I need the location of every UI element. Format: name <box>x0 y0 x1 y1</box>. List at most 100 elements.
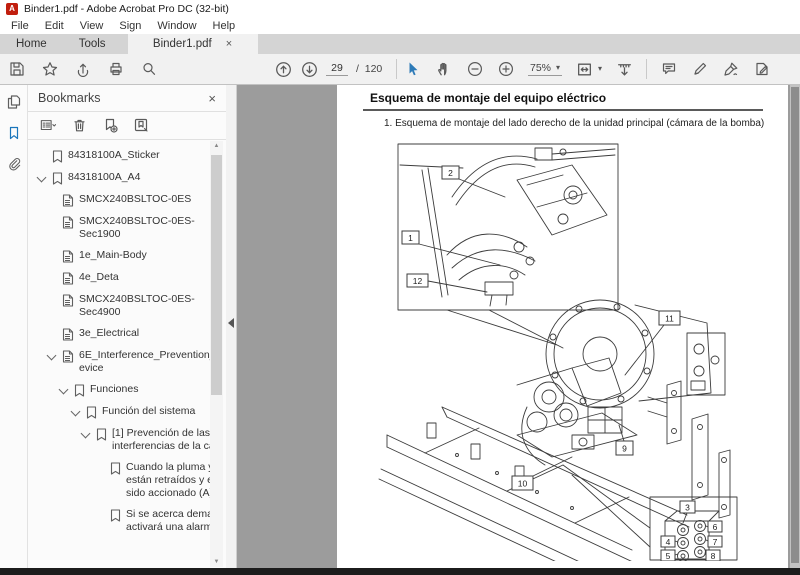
title-bar: A Binder1.pdf - Adobe Acrobat Pro DC (32… <box>0 0 800 18</box>
chevron-down-icon[interactable] <box>70 406 81 417</box>
scroll-up-icon[interactable]: ▲ <box>210 143 223 149</box>
star-favorites-icon[interactable] <box>41 60 59 78</box>
bookmark-label: SMCX240BSLTOC-0ES-Sec1900 <box>79 215 195 240</box>
bookmark-label: Si se acerca demasiado, se activará una … <box>126 508 210 533</box>
expand-current-bookmark-icon[interactable] <box>133 118 149 134</box>
bookmark-item[interactable]: 6E_Interference_Prevention_Device <box>28 349 210 375</box>
print-icon[interactable] <box>107 60 125 78</box>
tab-bar: Home Tools Binder1.pdf × <box>0 34 800 54</box>
bookmarks-scrollbar[interactable]: ▲ ▼ <box>210 141 223 567</box>
page-thumbnails-icon[interactable] <box>5 93 23 111</box>
edit-document-icon[interactable] <box>753 60 771 78</box>
document-viewer: Esquema de montaje del equipo eléctrico … <box>237 85 800 568</box>
callout-label: 2 <box>448 168 453 178</box>
menu-file[interactable]: File <box>3 20 37 32</box>
bookmarks-tree: 84318100A_Sticker 84318100A_A4 SMCX240BS… <box>28 141 210 567</box>
chevron-down-icon[interactable]: ▾ <box>598 65 602 73</box>
share-upload-icon[interactable] <box>74 60 92 78</box>
bookmark-item[interactable]: SMCX240BSLTOC-0ES <box>28 193 210 207</box>
page-number-input[interactable] <box>326 62 348 76</box>
bookmark-item[interactable]: 84318100A_Sticker <box>28 149 210 163</box>
technical-diagram: 2 1 12 11 9 10 3 4 5 6 7 8 <box>367 135 782 561</box>
bookmark-item[interactable]: [1] Prevención de las interferencias de … <box>28 427 210 453</box>
save-icon[interactable] <box>8 60 26 78</box>
bookmark-item[interactable]: Si se acerca demasiado, se activará una … <box>28 508 210 534</box>
bookmark-item[interactable]: 84318100A_A4 <box>28 171 210 185</box>
callout-label: 12 <box>413 276 423 286</box>
callout-label: 3 <box>685 503 690 513</box>
close-icon[interactable]: × <box>208 91 216 106</box>
zoom-in-icon[interactable] <box>497 60 515 78</box>
callout-label: 4 <box>666 537 671 547</box>
bookmark-item[interactable]: SMCX240BSLTOC-0ES-Sec4900 <box>28 293 210 319</box>
acrobat-logo-icon: A <box>6 3 18 15</box>
fit-page-icon[interactable] <box>615 60 633 78</box>
bookmarks-title: Bookmarks <box>38 91 101 105</box>
fit-width-icon[interactable] <box>575 60 593 78</box>
hand-tool-icon[interactable] <box>435 60 453 78</box>
bookmark-item[interactable]: Cuando la pluma y el balancín están retr… <box>28 461 210 500</box>
menu-view[interactable]: View <box>72 20 112 32</box>
page-icon <box>62 328 74 341</box>
comment-icon[interactable] <box>660 60 678 78</box>
page-icon <box>62 294 74 307</box>
collapse-panel-icon[interactable] <box>228 318 234 328</box>
page-heading: Esquema de montaje del equipo eléctrico <box>370 91 607 105</box>
bookmark-item[interactable]: 3e_Electrical <box>28 327 210 341</box>
page-icon <box>62 250 74 263</box>
zoom-out-icon[interactable] <box>466 60 484 78</box>
tab-home[interactable]: Home <box>0 34 63 54</box>
bottom-edge <box>0 568 800 575</box>
attachments-icon[interactable] <box>5 155 23 173</box>
menu-sign[interactable]: Sign <box>111 20 149 32</box>
bookmark-label: 4e_Deta <box>79 271 119 283</box>
callout-label: 1 <box>408 233 413 243</box>
callout-label: 7 <box>713 537 718 547</box>
previous-page-icon[interactable] <box>274 60 292 78</box>
tab-close-icon[interactable]: × <box>226 38 232 50</box>
bookmark-item[interactable]: 4e_Deta <box>28 271 210 285</box>
page-icon <box>62 194 74 207</box>
bookmark-options-icon[interactable] <box>40 118 56 134</box>
panel-collapse-strip[interactable] <box>226 85 237 568</box>
chevron-down-icon[interactable] <box>80 428 91 439</box>
menu-edit[interactable]: Edit <box>37 20 72 32</box>
scrollbar-thumb[interactable] <box>211 155 222 395</box>
tab-tools[interactable]: Tools <box>63 34 122 54</box>
search-icon[interactable] <box>140 60 158 78</box>
window-title: Binder1.pdf - Adobe Acrobat Pro DC (32-b… <box>24 3 229 15</box>
chevron-down-icon[interactable] <box>46 350 57 361</box>
pencil-highlight-icon[interactable] <box>691 60 709 78</box>
tab-document[interactable]: Binder1.pdf × <box>127 34 258 54</box>
new-bookmark-icon[interactable] <box>102 118 118 134</box>
zoom-level-dropdown[interactable]: 75% ▾ <box>528 62 563 76</box>
callout-label: 8 <box>711 551 716 561</box>
document-scrollbar[interactable] <box>790 85 800 568</box>
chevron-down-icon[interactable] <box>58 384 69 395</box>
menu-window[interactable]: Window <box>149 20 204 32</box>
next-page-icon[interactable] <box>300 60 318 78</box>
page-icon <box>62 350 74 363</box>
bookmark-icon <box>86 406 97 419</box>
bookmark-item[interactable]: SMCX240BSLTOC-0ES-Sec1900 <box>28 215 210 241</box>
main-area: Bookmarks × 84318100A_Sticker 84318100A_… <box>0 85 800 568</box>
scrollbar-thumb[interactable] <box>791 87 799 563</box>
menu-help[interactable]: Help <box>205 20 244 32</box>
fill-sign-icon[interactable] <box>722 60 740 78</box>
scroll-down-icon[interactable]: ▼ <box>210 559 223 565</box>
select-tool-icon[interactable] <box>404 60 422 78</box>
bookmark-item[interactable]: Función del sistema <box>28 405 210 419</box>
bookmark-label: 1e_Main-Body <box>79 249 147 261</box>
pdf-page: Esquema de montaje del equipo eléctrico … <box>337 85 788 568</box>
bookmark-label: 84318100A_Sticker <box>68 149 160 161</box>
bookmark-item[interactable]: Funciones <box>28 383 210 397</box>
figure-caption: 1. Esquema de montaje del lado derecho d… <box>384 118 765 129</box>
bookmarks-panel-icon[interactable] <box>5 124 23 142</box>
heading-rule <box>363 109 763 111</box>
navigation-rail <box>0 85 28 568</box>
chevron-down-icon[interactable] <box>36 172 47 183</box>
delete-bookmark-icon[interactable] <box>71 118 87 134</box>
bookmark-item[interactable]: 1e_Main-Body <box>28 249 210 263</box>
callout-label: 10 <box>518 479 528 489</box>
callout-label: 5 <box>666 551 671 561</box>
